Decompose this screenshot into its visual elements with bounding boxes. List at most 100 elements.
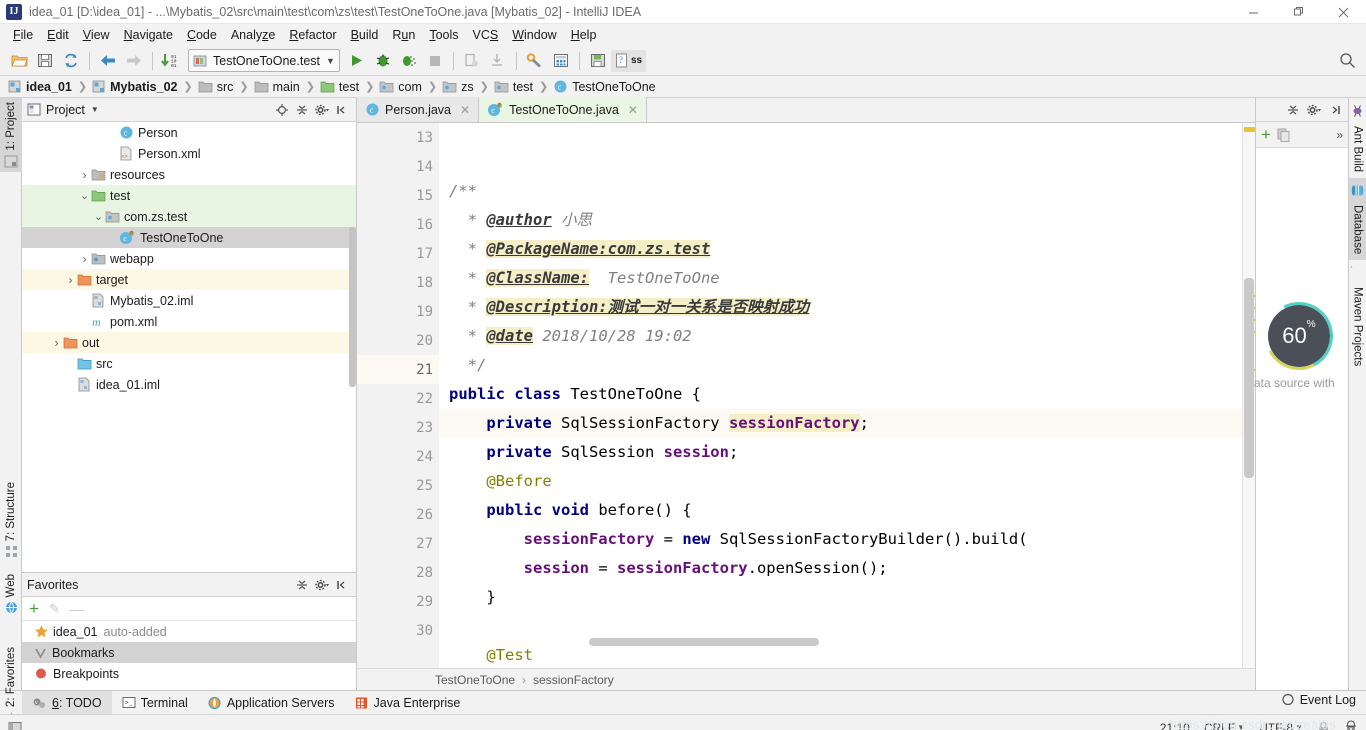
compile-icon[interactable]: 011001 <box>159 49 183 73</box>
code-line-20[interactable]: public class TestOneToOne { <box>439 380 1242 409</box>
breadcrumb-test[interactable]: test <box>494 79 537 94</box>
favorites-item-bookmarks[interactable]: Bookmarks <box>22 642 356 663</box>
chevron-right-icon[interactable]: › <box>78 168 91 182</box>
collapse-all-icon[interactable] <box>293 101 311 119</box>
gutter-line-28[interactable]: 28 <box>357 558 439 587</box>
bottom-tab-java-enterprise[interactable]: Java Enterprise <box>345 691 471 715</box>
menu-build[interactable]: Build <box>344 26 386 44</box>
gutter-line-15[interactable]: 15 <box>357 181 439 210</box>
chevron-right-icon[interactable]: › <box>50 336 63 350</box>
locate-icon[interactable] <box>273 101 291 119</box>
tree-node-pom-xml[interactable]: mpom.xml <box>22 311 356 332</box>
stop-icon[interactable] <box>423 49 447 73</box>
run-icon[interactable] <box>345 49 369 73</box>
code-area[interactable]: /** * @author 小思 * @PackageName:com.zs.t… <box>439 123 1242 668</box>
chevron-down-icon[interactable]: ⌄ <box>92 210 105 223</box>
breadcrumb-idea_01[interactable]: idea_01 <box>8 79 76 94</box>
code-line-23[interactable]: @Before <box>439 467 1242 496</box>
favorites-item-idea_01[interactable]: idea_01auto-added <box>22 621 356 642</box>
settings-gear-icon[interactable] <box>313 101 331 119</box>
editor-horizontal-scrollbar[interactable] <box>589 638 819 646</box>
gutter-line-17[interactable]: 17 <box>357 239 439 268</box>
gutter-line-18[interactable]: 18 <box>357 268 439 297</box>
code-line-26[interactable]: session = sessionFactory.openSession(); <box>439 554 1242 583</box>
chevron-right-icon[interactable]: › <box>64 273 77 287</box>
editor-tab-testonetoone-java[interactable]: cTestOneToOne.java✕ <box>479 97 647 122</box>
chevron-right-icon[interactable]: › <box>78 252 91 266</box>
tree-node-test[interactable]: ⌄test <box>22 185 356 206</box>
gutter-line-23[interactable]: 23 <box>357 413 439 442</box>
rail-tab-antbuild[interactable]: Ant Build <box>1349 98 1366 178</box>
editor-marker-bar[interactable] <box>1242 123 1255 668</box>
editor-tab-person-java[interactable]: cPerson.java✕ <box>357 97 479 122</box>
more-actions-icon[interactable]: » <box>1336 128 1343 142</box>
synchronize-icon[interactable] <box>59 49 83 73</box>
tree-node-person-xml[interactable]: <>Person.xml <box>22 143 356 164</box>
code-line-15[interactable]: * @PackageName:com.zs.test <box>439 235 1242 264</box>
tree-node-webapp[interactable]: ›webapp <box>22 248 356 269</box>
gutter-line-14[interactable]: 14 <box>357 152 439 181</box>
hide-panel-icon[interactable] <box>333 101 351 119</box>
menu-file[interactable]: File <box>6 26 40 44</box>
tree-node-out[interactable]: ›out <box>22 332 356 353</box>
bottom-breadcrumb-item[interactable]: TestOneToOne <box>435 673 515 687</box>
tree-node-idea-01-iml[interactable]: idea_01.iml <box>22 374 356 395</box>
marker-warning[interactable] <box>1244 127 1255 132</box>
navigate-back-icon[interactable] <box>96 49 120 73</box>
add-icon[interactable]: + <box>1261 127 1271 143</box>
menu-code[interactable]: Code <box>180 26 224 44</box>
code-line-14[interactable]: * @author 小思 <box>439 206 1242 235</box>
gutter-line-22[interactable]: 22 <box>357 384 439 413</box>
collapse-all-icon[interactable] <box>293 576 311 594</box>
code-line-21[interactable]: private SqlSessionFactory sessionFactory… <box>439 409 1242 438</box>
open-folder-icon[interactable] <box>7 49 31 73</box>
breadcrumb-mybatis_02[interactable]: Mybatis_02 <box>92 79 181 94</box>
project-tree-scrollbar[interactable] <box>349 227 356 387</box>
deploy-icon[interactable] <box>486 49 510 73</box>
breadcrumb-src[interactable]: src <box>198 79 238 94</box>
search-everywhere-icon[interactable] <box>1339 52 1356 69</box>
editor-gutter[interactable]: 13−1415161718192021222324−252627282930− <box>357 123 439 668</box>
close-icon[interactable]: ✕ <box>460 103 470 117</box>
settings-gear-icon[interactable] <box>1305 101 1323 119</box>
toggle-sidebar-icon[interactable] <box>8 721 23 730</box>
rail-tab-structure[interactable]: 7: Structure <box>0 478 22 562</box>
code-line-17[interactable]: * @Description:测试一对一关系是否映射成功 <box>439 293 1242 322</box>
menu-tools[interactable]: Tools <box>422 26 465 44</box>
progress-badge[interactable]: 60 % <box>1268 305 1330 367</box>
tree-node-person[interactable]: cPerson <box>22 122 356 143</box>
gutter-line-16[interactable]: 16 <box>357 210 439 239</box>
code-line-16[interactable]: * @ClassName: TestOneToOne <box>439 264 1242 293</box>
favorites-list[interactable]: idea_01auto-addedBookmarksBreakpoints <box>22 621 356 690</box>
breadcrumb-testonetoone[interactable]: cTestOneToOne <box>553 79 659 94</box>
rail-tab-web[interactable]: Web <box>0 570 22 618</box>
project-structure-icon[interactable] <box>549 49 573 73</box>
menu-help[interactable]: Help <box>564 26 604 44</box>
run-with-coverage-icon[interactable] <box>397 49 421 73</box>
debug-icon[interactable] <box>371 49 395 73</box>
code-line-19[interactable]: */ <box>439 351 1242 380</box>
encoding-selector[interactable]: UTF-8 ▼ <box>1259 721 1303 730</box>
code-line-28[interactable] <box>439 612 1242 641</box>
read-only-lock-icon[interactable] <box>1317 721 1330 730</box>
gutter-line-29[interactable]: 29 <box>357 587 439 616</box>
gutter-line-25[interactable]: 25 <box>357 471 439 500</box>
code-line-25[interactable]: sessionFactory = new SqlSessionFactoryBu… <box>439 525 1242 554</box>
tree-node-mybatis-02-iml[interactable]: Mybatis_02.iml <box>22 290 356 311</box>
close-button[interactable] <box>1321 0 1366 24</box>
inspection-hector-icon[interactable] <box>1344 720 1358 730</box>
code-line-18[interactable]: * @date 2018/10/28 19:02 <box>439 322 1242 351</box>
menu-analyze[interactable]: Analyze <box>224 26 282 44</box>
rail-tab-project[interactable]: 1: Project <box>0 98 22 172</box>
hide-panel-icon[interactable] <box>1326 101 1344 119</box>
run-configuration-selector[interactable]: TestOneToOne.test ▼ <box>188 49 340 72</box>
bottom-tab-terminal[interactable]: >_Terminal <box>112 691 198 715</box>
collapse-all-icon[interactable] <box>1284 101 1302 119</box>
hide-panel-icon[interactable] <box>333 576 351 594</box>
update-application-icon[interactable] <box>460 49 484 73</box>
gutter-line-24[interactable]: 24− <box>357 442 439 471</box>
favorites-item-breakpoints[interactable]: Breakpoints <box>22 663 356 684</box>
menu-run[interactable]: Run <box>385 26 422 44</box>
navigate-forward-icon[interactable] <box>122 49 146 73</box>
gutter-line-20[interactable]: 20 <box>357 326 439 355</box>
